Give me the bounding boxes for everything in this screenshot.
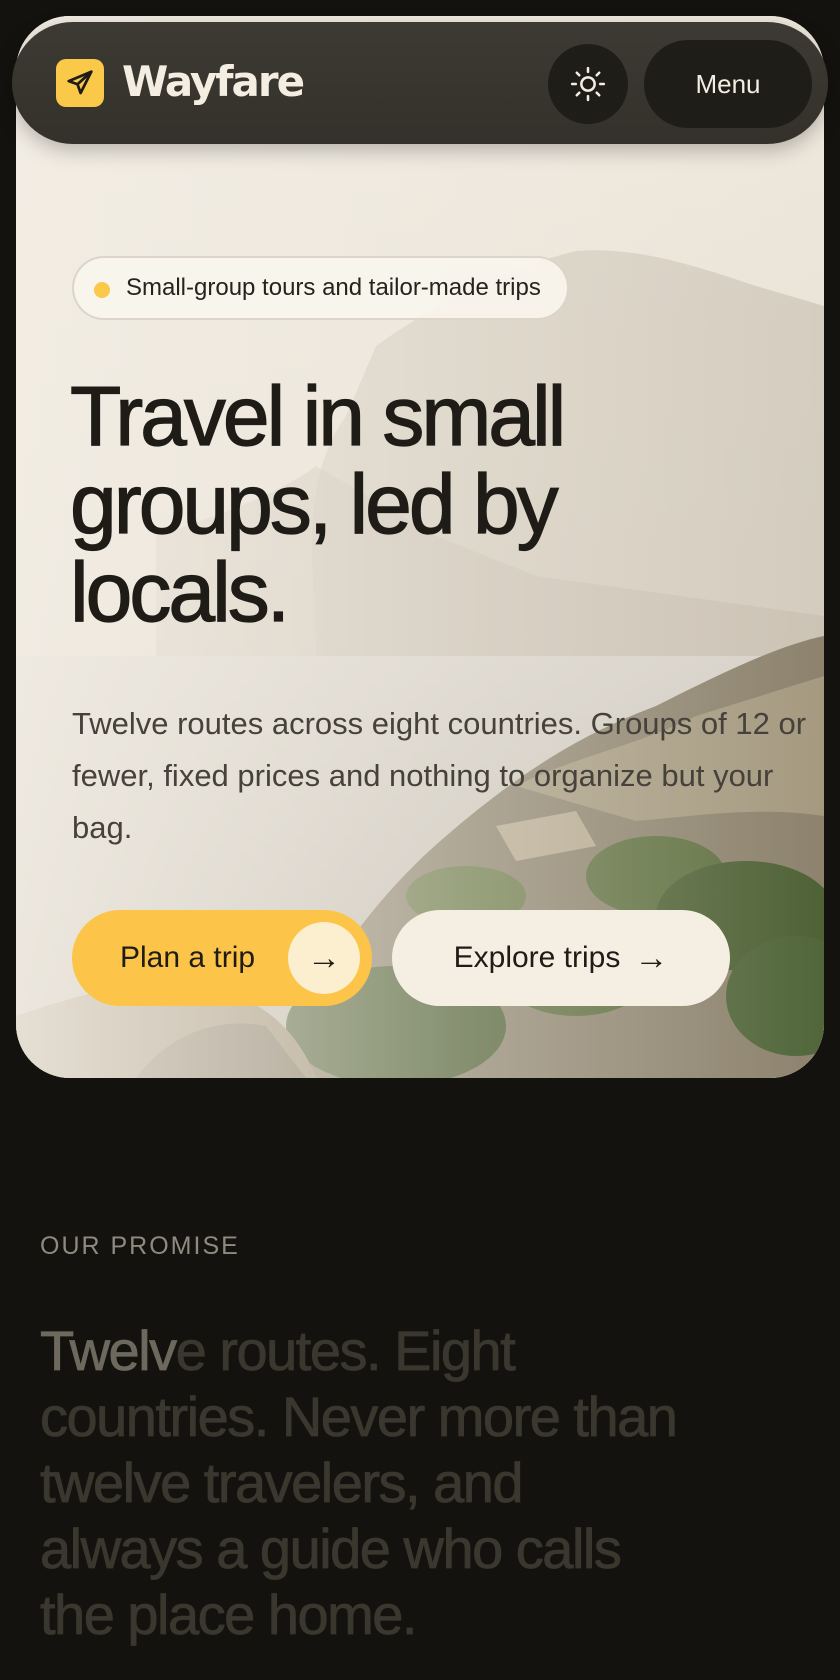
arrow-right-icon: → [634,938,669,977]
brand-name[interactable]: Wayfare [122,54,305,110]
hero-description: Twelve routes across eight countries. Gr… [72,706,807,845]
arrow-right-icon: → [288,922,360,994]
sun-icon [570,66,606,102]
headline-line: Travel in small [69,369,567,463]
menu-button[interactable]: Menu [644,40,812,128]
explore-trips-label: Explore trips [453,941,621,974]
hero-section: Small-group tours and tailor-made trips … [16,16,824,1078]
promise-statement: Twelve routes. Eight countries. Never mo… [40,1318,680,1648]
section-eyebrow: OUR PROMISE [40,1232,240,1260]
explore-trips-button[interactable]: Explore trips → [392,910,730,1006]
paper-plane-icon[interactable] [56,59,104,107]
theme-toggle-button[interactable] [548,44,628,124]
page: Small-group tours and tailor-made trips … [0,0,840,1680]
badge-dot [94,282,110,298]
badge-text: Small-group tours and tailor-made trips [126,274,541,301]
plan-trip-button[interactable]: Plan a trip → [72,910,372,1006]
site-header: Wayfare Menu [12,22,828,144]
hero-headline: Travel in small groups, led by locals. [69,369,690,639]
headline-line: locals. [69,545,290,639]
promise-highlighted-text: Twelv [40,1319,178,1383]
plan-trip-label: Plan a trip [120,941,256,974]
tagline-badge: Small-group tours and tailor-made trips [72,256,569,320]
headline-line: groups, led by [69,457,559,551]
